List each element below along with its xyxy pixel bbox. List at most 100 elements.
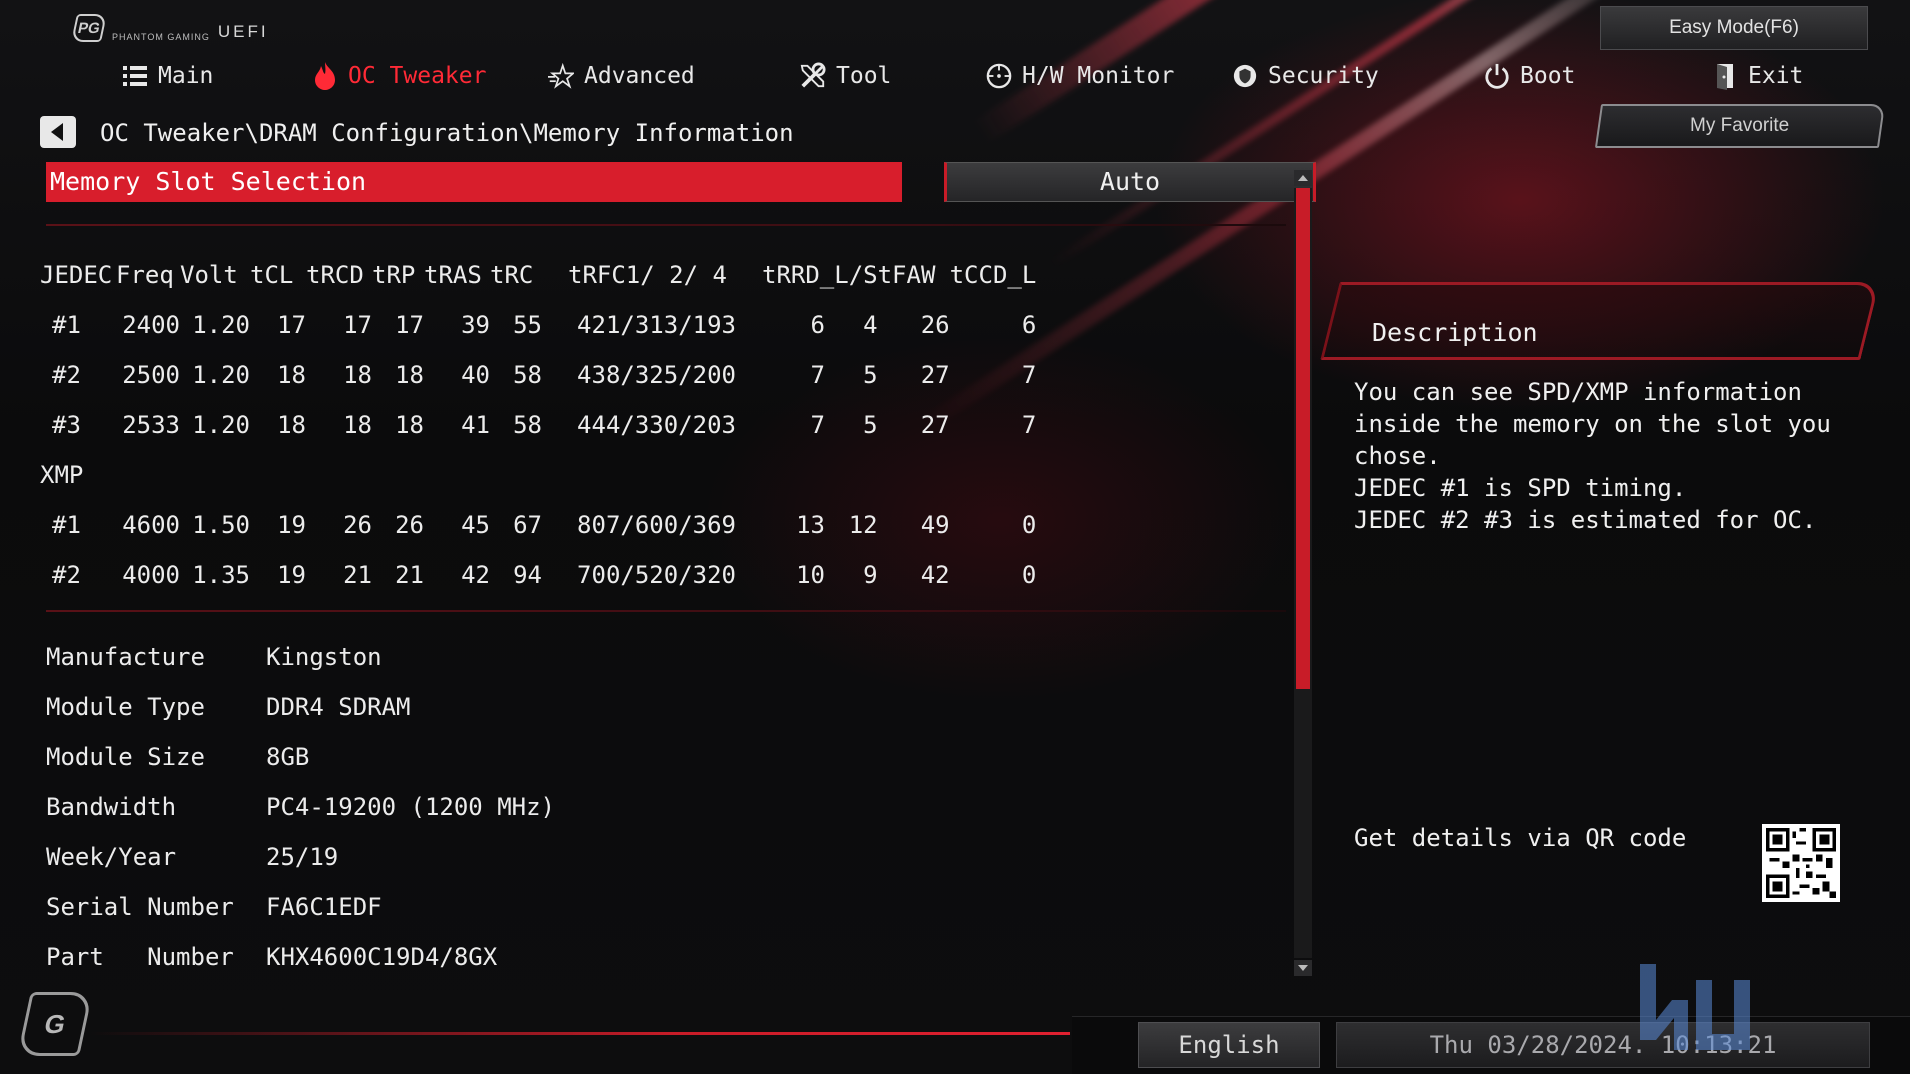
module-info-value: 8GB xyxy=(266,743,310,771)
table-cell: 6 xyxy=(1021,311,1037,339)
tools-icon xyxy=(800,62,826,89)
jedec-row: #3 2533 1.20 18 18 18 41 58 444/330/203 7 5 27 7 xyxy=(40,400,1036,450)
module-info-row: Module Type DDR4 SDRAM xyxy=(46,682,555,732)
module-info: Manufacture Kingston Module Type DDR4 SDRAM… xyxy=(46,632,555,982)
divider xyxy=(46,224,1286,226)
table-cell: 18 xyxy=(277,411,306,439)
divider xyxy=(46,610,1286,612)
description-line: You can see SPD/XMP information xyxy=(1354,378,1802,406)
table-cell: 42 xyxy=(920,561,950,589)
scroll-down-button[interactable] xyxy=(1294,960,1312,976)
list-icon xyxy=(122,63,148,89)
memory-slot-selection-dropdown[interactable]: Auto xyxy=(944,162,1316,202)
tab-label: OC Tweaker xyxy=(348,63,487,89)
table-cell: 0 xyxy=(1021,511,1037,539)
easy-mode-button[interactable]: Easy Mode(F6) xyxy=(1600,6,1868,50)
xmp-group-row: XMP xyxy=(40,450,1036,500)
table-cell: 1.20 xyxy=(192,411,250,439)
tab-label: Security xyxy=(1268,63,1379,89)
scroll-up-button[interactable] xyxy=(1294,170,1312,186)
module-info-key: Module Type xyxy=(46,693,205,721)
table-cell: 2500 xyxy=(122,361,180,389)
tab-boot[interactable]: Boot xyxy=(1484,54,1575,98)
description-title: Description xyxy=(1372,318,1538,347)
tab-label: Main xyxy=(158,63,214,89)
star-icon xyxy=(548,63,574,89)
column-header: Volt xyxy=(180,261,238,289)
column-header: tCL xyxy=(250,261,294,289)
table-cell: 42 xyxy=(461,561,490,589)
column-header: JEDEC xyxy=(40,261,113,289)
table-cell: 17 xyxy=(343,311,372,339)
scroll-thumb[interactable] xyxy=(1296,188,1310,689)
tab-security[interactable]: Security xyxy=(1232,54,1379,98)
table-cell: 700/520/320 xyxy=(577,561,736,589)
tab-oc-tweaker[interactable]: OC Tweaker xyxy=(312,54,486,98)
column-header: tRAS xyxy=(424,261,482,289)
table-cell: 17 xyxy=(277,311,306,339)
module-info-row: Week/Year 25/19 xyxy=(46,832,555,882)
tab-advanced[interactable]: Advanced xyxy=(548,54,695,98)
qr-code-icon xyxy=(1766,828,1836,898)
column-header: tRRD_L/S xyxy=(762,261,878,289)
module-info-value: 25/19 xyxy=(266,843,339,871)
main-nav: Main OC Tweaker Advanced Tool H/W Monito… xyxy=(0,54,1910,98)
pg-logo-icon: G xyxy=(17,992,93,1056)
xmp-label: XMP xyxy=(40,461,84,489)
table-cell: 10 xyxy=(796,561,825,589)
table-cell: 55 xyxy=(513,311,542,339)
table-cell: 7 xyxy=(810,411,825,439)
table-cell: 58 xyxy=(513,361,542,389)
scroll-track[interactable] xyxy=(1294,188,1312,958)
back-arrow-icon xyxy=(51,123,63,141)
my-favorite-button[interactable]: My Favorite xyxy=(1594,104,1886,148)
module-info-key: Serial Number xyxy=(46,893,234,921)
tab-main[interactable]: Main xyxy=(122,54,213,98)
table-cell: 5 xyxy=(863,411,878,439)
qr-code[interactable] xyxy=(1762,824,1840,902)
memory-slot-selection-label[interactable]: Memory Slot Selection xyxy=(46,162,902,202)
module-info-value: DDR4 SDRAM xyxy=(266,693,411,721)
module-info-value: FA6C1EDF xyxy=(266,893,382,921)
table-cell: 807/600/369 xyxy=(577,511,736,539)
scrollbar[interactable] xyxy=(1294,170,1312,976)
module-info-key: Bandwidth xyxy=(46,793,177,821)
module-info-key: Manufacture xyxy=(46,643,205,671)
tab-hw-monitor[interactable]: H/W Monitor xyxy=(986,54,1174,98)
table-cell: 18 xyxy=(395,411,424,439)
jedec-row: #1 2400 1.20 17 17 17 39 55 421/313/193 6 4 26 6 xyxy=(40,300,1036,350)
module-info-value: KHX4600C19D4/8GX xyxy=(266,943,498,971)
table-cell: 45 xyxy=(461,511,490,539)
tab-tool[interactable]: Tool xyxy=(800,54,891,98)
table-cell: 4000 xyxy=(122,561,180,589)
module-info-row: Part Number KHX4600C19D4/8GX xyxy=(46,932,555,982)
xmp-row: #2 4000 1.35 19 21 21 42 94 700/520/320 10 9 42 0 xyxy=(40,550,1036,600)
table-cell: 7 xyxy=(1021,411,1037,439)
table-cell: 444/330/203 xyxy=(577,411,736,439)
pg-logo-icon: PG xyxy=(71,14,107,42)
flame-icon xyxy=(312,62,338,90)
table-cell: 40 xyxy=(461,361,490,389)
tab-exit[interactable]: Exit xyxy=(1712,54,1803,98)
datetime-display: Thu 03/28/2024. 10:13:21 xyxy=(1336,1022,1870,1068)
tab-label: Boot xyxy=(1520,63,1576,89)
jedec-row: #2 2500 1.20 18 18 18 40 58 438/325/200 7 5 27 7 xyxy=(40,350,1036,400)
table-cell: #1 xyxy=(52,311,81,339)
language-button[interactable]: English xyxy=(1138,1022,1320,1068)
back-button[interactable] xyxy=(40,116,76,148)
phantom-gaming-logo: PG PHANTOM GAMING UEFI xyxy=(71,14,269,42)
timings-table: JEDEC Freq Volt tCL tRCD tRP tRAS tRC tR… xyxy=(40,250,1036,600)
description-line: chose. xyxy=(1354,442,1441,470)
table-cell: 18 xyxy=(343,361,372,389)
table-cell: 9 xyxy=(863,561,878,589)
column-header: Freq xyxy=(116,261,174,289)
description-line: JEDEC #2 #3 is estimated for OC. xyxy=(1354,506,1817,534)
table-cell: 1.20 xyxy=(192,311,250,339)
table-cell: 18 xyxy=(277,361,306,389)
brand-text: PHANTOM GAMING xyxy=(112,32,210,42)
table-cell: 26 xyxy=(920,311,950,339)
module-info-key: Part Number xyxy=(46,943,234,971)
table-cell: 58 xyxy=(513,411,542,439)
table-cell: 27 xyxy=(920,411,950,439)
module-info-key: Week/Year xyxy=(46,843,177,871)
